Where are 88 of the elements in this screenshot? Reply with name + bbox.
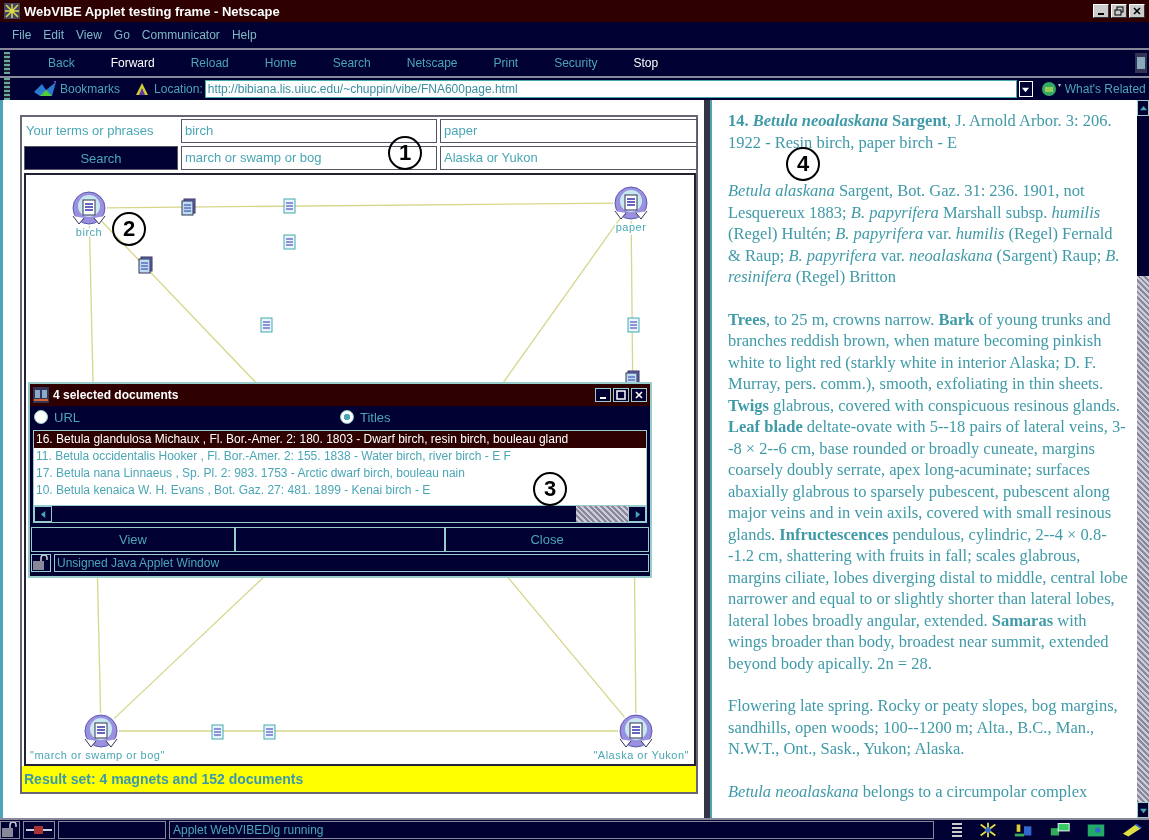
terms-label: Your terms or phrases: [25, 122, 155, 140]
restore-button[interactable]: [1111, 4, 1127, 18]
close-dialog-button[interactable]: Close: [445, 527, 649, 552]
whats-related-button[interactable]: What's Related: [1062, 82, 1148, 96]
document-paragraph: Betula alaskana Sargent, Bot. Gaz. 31: 236. 1901, not Lesquereux 1883; B. papyrifera Marshall subsp. humilis (Regel) Hultén; B. papyrifera var. humilis (Regel) Fernald & Raup; B. papyrifera var. neoalaskana (Sargent) Raup; B. resinifera (Regel) Britton: [728, 180, 1121, 288]
toolbar-button[interactable]: Home: [264, 56, 297, 70]
minimize-icon: [600, 397, 606, 399]
close-icon: [1132, 6, 1142, 16]
applet-icon: [33, 387, 49, 403]
url-field[interactable]: http://bibiana.lis.uiuc.edu/~chuppin/vibe/FNA600page.html: [204, 80, 1017, 98]
sparkle-icon[interactable]: [977, 822, 999, 838]
toolbar-button[interactable]: Stop: [633, 56, 659, 70]
menu-item[interactable]: Communicator: [141, 28, 220, 42]
toolbar-button[interactable]: Forward: [110, 56, 155, 70]
view-button[interactable]: View: [31, 527, 235, 552]
radio-label: URL: [54, 409, 80, 425]
composer-icon[interactable]: [1085, 822, 1107, 838]
document-icon[interactable]: [283, 234, 296, 250]
minimize-button[interactable]: [595, 388, 611, 402]
pencil-icon[interactable]: [1121, 822, 1143, 838]
document-list-item[interactable]: 16. Betula glandulosa Michaux , Fl. Bor.-Amer. 2: 180. 1803 - Dwarf birch, resin birch, bouleau gland: [34, 431, 646, 448]
menu-item[interactable]: View: [76, 28, 102, 42]
right-arrow-icon: [633, 510, 641, 518]
magnet-label: "march or swamp or bog": [30, 749, 165, 761]
callout-number: 1: [388, 136, 422, 170]
radio-button[interactable]: [340, 410, 354, 424]
up-arrow-icon: [1139, 104, 1147, 112]
document-icon[interactable]: [211, 724, 224, 740]
location-icon: [134, 81, 151, 97]
vertical-scrollbar[interactable]: [1137, 100, 1149, 818]
netscape-logo-icon: [1135, 53, 1147, 73]
close-button[interactable]: [631, 388, 647, 402]
toolbar-button[interactable]: Print: [493, 56, 519, 70]
toolbar-button[interactable]: Search: [332, 56, 371, 70]
maximize-button[interactable]: [613, 388, 629, 402]
location-label: Location:: [154, 82, 203, 96]
bookmarks-button[interactable]: Bookmarks: [58, 82, 123, 96]
unlocked-icon: [31, 554, 51, 572]
document-icon[interactable]: [260, 317, 273, 333]
related-icon: [1040, 81, 1063, 97]
chat-icon[interactable]: [1049, 822, 1071, 838]
toolbar-button[interactable]: Security: [554, 56, 598, 70]
magnet-icon[interactable]: [84, 714, 118, 748]
toolbar-button[interactable]: Netscape: [406, 56, 458, 70]
down-arrow-icon: [1139, 806, 1147, 814]
status-text: Applet WebVIBEDlg running: [169, 821, 934, 839]
menu-item[interactable]: File: [12, 28, 32, 42]
result-bar: Result set: 4 magnets and 152 documents: [22, 766, 696, 792]
dropdown-button[interactable]: [1018, 81, 1033, 97]
magnet-label: "Alaska or Yukon": [593, 749, 689, 761]
callout-number: 4: [786, 147, 820, 181]
scrollbar-thumb[interactable]: [1137, 276, 1149, 802]
menu-item[interactable]: Edit: [43, 28, 65, 42]
window-title: WebVIBE Applet testing frame - Netscape: [24, 3, 280, 19]
document-paragraph: Betula neoalaskana belongs to a circumpolar complex: [728, 780, 1089, 802]
horizontal-scrollbar[interactable]: [34, 505, 646, 522]
document-stack-icon[interactable]: [181, 198, 196, 216]
callout-number: 3: [533, 472, 567, 506]
magnet-icon[interactable]: [72, 191, 106, 225]
dialog-title: 4 selected documents: [53, 388, 179, 402]
close-icon: [634, 390, 644, 400]
maximize-icon: [616, 390, 626, 400]
radio-label: Titles: [360, 409, 391, 425]
document-stack-icon[interactable]: [138, 256, 153, 274]
toolbar-grip[interactable]: [4, 78, 10, 100]
radio-button[interactable]: [34, 410, 48, 424]
document-paragraph: Trees, to 25 m, crowns narrow. Bark of young trunks and branches reddish brown, when mature becoming pinkish white to light red (starkly white in interior Alaska; D. F. Murray, pers. comm.), smooth, exfoliating in thin sheets. Twigs glabrous, covered with conspicuous resinous glands. Leaf blade deltate-ovate with 5--18 pairs of lateral veins, 3--8 × 2--6 cm, base rounded or broadly cuneate, margins coarsely doubly serrate, apex long-acuminate; surfaces abaxially glabrous to sparsely pubescent, pubescent along major veins and in vein axils, covered with small resinous glands. Infructescences pendulous, cylindric, 2--4 × 0.8--1.2 cm, shattering with fruits in fall; scales glabrous, margins ciliate, lobes diverging distal to middle, central lobe narrower and equal to or slightly shorter than lateral lobes, lateral lobes broadly angular, extended. Samaras with wings broader than body, broadest near summit, extended beyond body apically. 2n = 28.: [728, 308, 1129, 674]
document-paragraph: Flowering late spring. Rocky or peaty slopes, bog margins, sandhills, open woods; 100--1200 m; Alta., B.C., Man., N.W.T., Ont., Sask., Yukon; Alaska.: [728, 695, 1119, 760]
left-arrow-icon: [39, 510, 47, 518]
toolbar-button[interactable]: Back: [48, 56, 75, 70]
app-icon: [4, 3, 20, 19]
list-icon: [951, 822, 963, 838]
toolbar-button[interactable]: Reload: [190, 56, 229, 70]
scrollbar-thumb[interactable]: [576, 506, 628, 522]
search-button[interactable]: Search: [24, 146, 178, 170]
restore-icon: [1114, 6, 1124, 16]
menu-item[interactable]: Help: [231, 28, 257, 42]
minimize-icon: [1098, 13, 1104, 15]
document-icon[interactable]: [627, 317, 640, 333]
magnet-icon[interactable]: [614, 186, 648, 220]
callout-number: 2: [112, 212, 146, 246]
document-icon[interactable]: [263, 724, 276, 740]
document-icon[interactable]: [283, 198, 296, 214]
toolbar-grip[interactable]: [4, 52, 10, 74]
bookmarks-icon: [32, 80, 58, 98]
dialog-status-text: Unsigned Java Applet Window: [54, 554, 649, 572]
menu-item[interactable]: Go: [113, 28, 130, 42]
magnet-icon[interactable]: [619, 714, 653, 748]
